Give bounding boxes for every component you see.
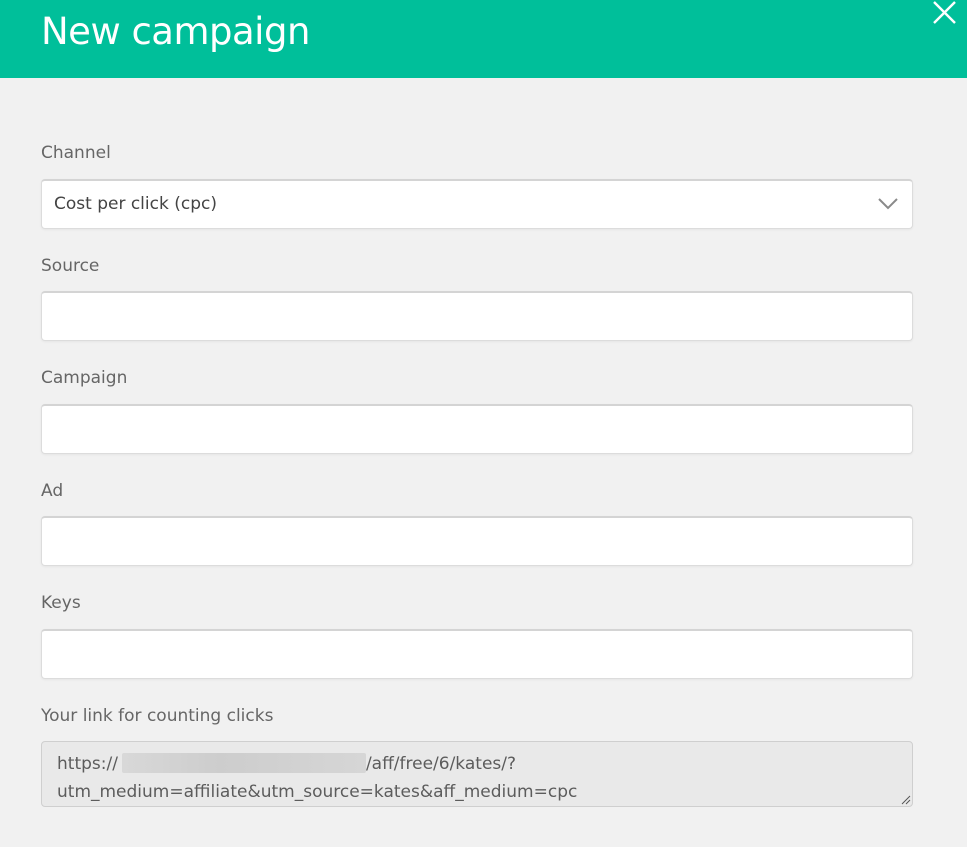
- tracking-link-prefix: https://: [57, 754, 118, 774]
- channel-select[interactable]: Cost per click (cpc): [41, 179, 913, 229]
- dialog-header: New campaign: [0, 0, 967, 78]
- ad-input[interactable]: [41, 516, 913, 566]
- close-icon: [933, 1, 956, 24]
- ad-label: Ad: [41, 481, 64, 501]
- keys-label: Keys: [41, 593, 81, 613]
- redacted-domain: [121, 753, 366, 773]
- resize-grip-icon[interactable]: [901, 795, 911, 805]
- keys-input[interactable]: [41, 629, 913, 679]
- tracking-link-line2: utm_medium=affiliate&utm_source=kates&af…: [57, 782, 578, 802]
- close-button[interactable]: [930, 0, 960, 26]
- campaign-input[interactable]: [41, 404, 913, 454]
- source-label: Source: [41, 256, 100, 276]
- tracking-link-textarea[interactable]: https:// /aff/free/6/kates/? utm_medium=a…: [41, 741, 913, 807]
- source-input[interactable]: [41, 291, 913, 341]
- tracking-link-text: https:// /aff/free/6/kates/? utm_medium=a…: [57, 750, 577, 806]
- dialog-title: New campaign: [41, 10, 310, 53]
- channel-select-value: Cost per click (cpc): [54, 194, 217, 214]
- chevron-down-icon: [878, 198, 898, 210]
- tracking-link-line1: https:// /aff/free/6/kates/?: [57, 750, 577, 778]
- tracking-link-suffix: /aff/free/6/kates/?: [365, 754, 517, 774]
- campaign-label: Campaign: [41, 368, 128, 388]
- channel-label: Channel: [41, 143, 111, 163]
- tracking-link-label: Your link for counting clicks: [41, 706, 274, 726]
